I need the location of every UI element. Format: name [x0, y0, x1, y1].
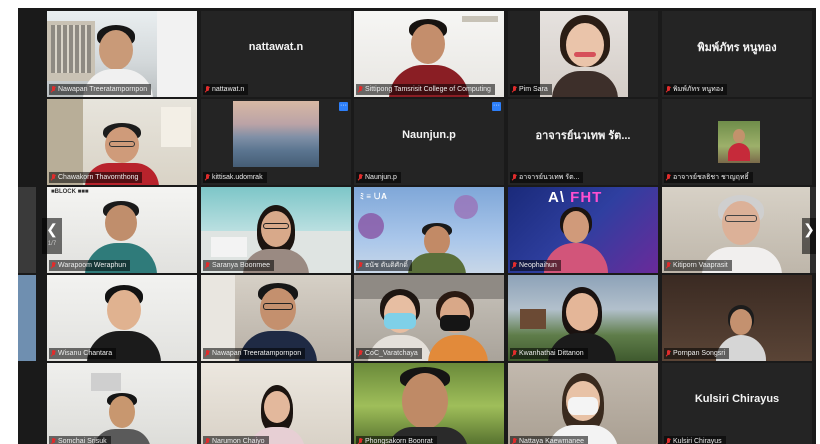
participant-display-name: อาจารย์นวเทพ รัต...: [535, 130, 631, 142]
more-options-icon[interactable]: ···: [492, 102, 501, 111]
mic-muted-icon: [512, 437, 517, 444]
participant-tile[interactable]: Phongsakorn Boonrat: [354, 363, 504, 444]
mic-muted-icon: [666, 437, 671, 444]
participant-name: Chawakorn Thavornthong: [49, 172, 143, 183]
participant-name: Nattaya Kaewmanee: [510, 436, 588, 444]
participant-tile[interactable]: Wisanu Chantara: [47, 275, 197, 361]
participant-name: Wisanu Chantara: [49, 348, 117, 359]
participant-tile[interactable]: CoC_Varatchaya: [354, 275, 504, 361]
participant-name: อาจารย์ชลธิชา ชาญฤทธิ์: [664, 172, 753, 183]
mic-muted-icon: [666, 349, 671, 358]
mic-muted-icon: [512, 349, 517, 358]
chevron-left-icon: ❮: [46, 221, 58, 237]
participant-tile[interactable]: พิมพ์ภัทร หนูทอง พิมพ์ภัทร หนูทอง: [662, 11, 812, 97]
mic-muted-icon: [205, 85, 210, 94]
mic-muted-icon: [358, 173, 363, 182]
participant-name: Saranya Boonmee: [203, 260, 274, 271]
participant-name: Kulsiri Chirayus: [664, 436, 726, 444]
mic-muted-icon: [51, 261, 56, 270]
video-gallery: Nawapan Treeratampornpon nattawat.n natt…: [18, 8, 816, 444]
chevron-right-icon: ❯: [803, 221, 815, 237]
participant-name: kittisak.udomrak: [203, 172, 267, 183]
participant-tile[interactable]: Pornpan Songsri: [662, 275, 812, 361]
mic-muted-icon: [51, 173, 56, 182]
mic-muted-icon: [205, 173, 210, 182]
mic-muted-icon: [51, 349, 56, 358]
participant-tile[interactable]: A\ FHT Neophaihun: [508, 187, 658, 273]
mic-muted-icon: [512, 85, 517, 94]
participant-tile[interactable]: อาจารย์ชลธิชา ชาญฤทธิ์: [662, 99, 812, 185]
participant-tile[interactable]: Nattaya Kaewmanee: [508, 363, 658, 444]
mic-muted-icon: [512, 261, 517, 270]
participant-tile[interactable]: Narumon Chaiyo: [201, 363, 351, 444]
mic-muted-icon: [358, 349, 363, 358]
mic-muted-icon: [205, 437, 210, 444]
partial-tile-edge: [18, 275, 36, 361]
mic-muted-icon: [358, 437, 363, 444]
participant-display-name: Kulsiri Chirayus: [694, 393, 780, 405]
participant-display-name: Naunjun.p: [402, 129, 456, 141]
participant-tile[interactable]: ﾐ ≡ ∪A ธนัช ตันติศักดิ์: [354, 187, 504, 273]
participant-tile[interactable]: nattawat.n nattawat.n: [201, 11, 351, 97]
participant-tile[interactable]: Kulsiri Chirayus Kulsiri Chirayus: [662, 363, 812, 444]
mic-muted-icon: [666, 85, 671, 94]
participant-name: อาจารย์นวเทพ รัต...: [510, 172, 584, 183]
participant-name: Nawapan Treeratampornpon: [49, 84, 152, 95]
participant-tile[interactable]: Saranya Boonmee: [201, 187, 351, 273]
participant-tile[interactable]: อาจารย์นวเทพ รัต... อาจารย์นวเทพ รัต...: [508, 99, 658, 185]
participant-name: nattawat.n: [203, 84, 249, 95]
mic-muted-icon: [205, 261, 210, 270]
participant-name: Pim Sara: [510, 84, 552, 95]
participant-name: Kitiporn Vaaprasit: [664, 260, 732, 271]
participant-name: Warapoom Weraphun: [49, 260, 131, 271]
participant-tile[interactable]: Pim Sara: [508, 11, 658, 97]
participant-name: พิมพ์ภัทร หนูทอง: [664, 84, 728, 95]
more-options-icon[interactable]: ···: [339, 102, 348, 111]
mic-muted-icon: [51, 437, 56, 444]
mic-muted-icon: [51, 85, 56, 94]
previous-page-button[interactable]: ❮ 1/7: [42, 218, 62, 254]
mic-muted-icon: [666, 173, 671, 182]
participant-tile[interactable]: ··· kittisak.udomrak: [201, 99, 351, 185]
participant-name: Phongsakorn Boonrat: [356, 436, 437, 444]
participant-name: Pornpan Songsri: [664, 348, 730, 359]
participant-tile[interactable]: Nawapan Treeratampornpon: [201, 275, 351, 361]
participant-tile[interactable]: Kitiporn Vaaprasit: [662, 187, 812, 273]
participant-tile[interactable]: Chawakorn Thavornthong: [47, 99, 197, 185]
participant-name: Narumon Chaiyo: [203, 436, 269, 444]
participant-display-name: พิมพ์ภัทร หนูทอง: [697, 42, 777, 54]
participant-name: Kwanhathai Dittanon: [510, 348, 588, 359]
participant-display-name: nattawat.n: [248, 41, 304, 53]
participant-tile[interactable]: Nawapan Treeratampornpon: [47, 11, 197, 97]
page-indicator: 1/7: [47, 241, 57, 247]
mic-muted-icon: [358, 261, 363, 270]
partial-tile-edge: [18, 187, 36, 273]
mic-muted-icon: [358, 85, 363, 94]
participant-name: Sittipong Tamsrisit College of Computing: [356, 84, 495, 95]
participant-name: Naunjun.p: [356, 172, 401, 183]
participant-tile[interactable]: Naunjun.p ··· Naunjun.p: [354, 99, 504, 185]
participant-tile[interactable]: Somchai Srisuk: [47, 363, 197, 444]
participant-tile-active-speaker[interactable]: Sittipong Tamsrisit College of Computing: [354, 11, 504, 97]
participant-name: Nawapan Treeratampornpon: [203, 348, 306, 359]
next-page-button[interactable]: ❯: [802, 218, 816, 254]
mic-muted-icon: [512, 173, 517, 182]
participant-name: CoC_Varatchaya: [356, 348, 422, 359]
participant-name: ธนัช ตันติศักดิ์: [356, 260, 412, 271]
participant-tile[interactable]: ■BLOCK ■■■ Warapoom Weraphun: [47, 187, 197, 273]
participant-name: Somchai Srisuk: [49, 436, 111, 444]
mic-muted-icon: [666, 261, 671, 270]
participant-tile[interactable]: Kwanhathai Dittanon: [508, 275, 658, 361]
mic-muted-icon: [205, 349, 210, 358]
participant-name: Neophaihun: [510, 260, 561, 271]
